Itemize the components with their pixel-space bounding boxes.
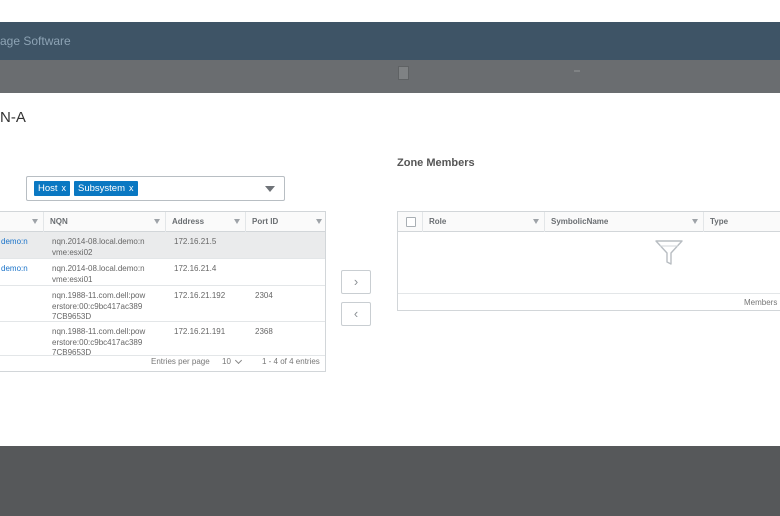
- chevron-down-icon[interactable]: [265, 186, 275, 192]
- column-header-nqn[interactable]: NQN: [44, 212, 166, 232]
- grid-header: Role SymbolicName Type: [398, 212, 780, 232]
- per-page-label: Entries per page: [151, 357, 210, 366]
- funnel-icon[interactable]: [316, 219, 322, 224]
- pagination-range: 1 - 4 of 4 entries: [262, 357, 320, 366]
- column-header-type[interactable]: Type: [704, 212, 780, 232]
- table-row[interactable]: demo:n nqn.2014-08.local.demo:n vme:esxi0…: [0, 232, 325, 259]
- app-title: age Software: [0, 34, 71, 48]
- dialog-title: N-A: [0, 109, 26, 126]
- row-port: 2304: [255, 291, 273, 300]
- empty-funnel-icon: [655, 240, 683, 265]
- filter-chip-host[interactable]: Host x: [34, 181, 71, 196]
- add-to-zone-button[interactable]: ›: [341, 270, 371, 294]
- row-nqn: nqn.2014-08.local.demo:n vme:esxi02: [52, 237, 145, 257]
- toolbar-square-icon: [398, 66, 409, 80]
- select-all-checkbox[interactable]: [406, 217, 416, 227]
- table-row[interactable]: demo:n nqn.2014-08.local.demo:n vme:esxi0…: [0, 259, 325, 286]
- remove-chip-icon[interactable]: x: [129, 183, 134, 193]
- filter-chip-label: Subsystem: [78, 183, 125, 194]
- row-nqn: nqn.2014-08.local.demo:n vme:esxi01: [52, 264, 145, 284]
- row-name: demo:n: [1, 237, 28, 246]
- row-address: 172.16.21.192: [174, 291, 226, 300]
- toolbar-dash-icon: [574, 70, 580, 72]
- filter-chip-label: Host: [38, 183, 58, 194]
- zone-members-title: Zone Members: [397, 157, 475, 169]
- column-header-port-id[interactable]: Port ID: [246, 212, 325, 232]
- endpoints-grid: NQN Address Port ID demo:n nqn.2014-08.l…: [0, 211, 326, 372]
- row-address: 172.16.21.191: [174, 327, 226, 336]
- per-page-select[interactable]: 10: [222, 357, 231, 366]
- filter-select[interactable]: Host x Subsystem x: [26, 176, 285, 201]
- grid-footer: Members p: [398, 293, 780, 310]
- members-count: Members p: [744, 298, 780, 307]
- column-header-name[interactable]: [0, 212, 44, 232]
- sub-toolbar: [0, 60, 780, 93]
- row-name: demo:n: [1, 264, 28, 273]
- remove-from-zone-button[interactable]: ‹: [341, 302, 371, 326]
- row-address: 172.16.21.5: [174, 237, 217, 246]
- grid-footer: Entries per page 10 1 - 4 of 4 entries: [0, 351, 325, 371]
- funnel-icon[interactable]: [234, 219, 240, 224]
- app-header: age Software: [0, 22, 780, 60]
- remove-chip-icon[interactable]: x: [62, 183, 67, 193]
- column-header-role[interactable]: Role: [423, 212, 545, 232]
- grid-header: NQN Address Port ID: [0, 212, 325, 232]
- top-strip: [0, 0, 780, 22]
- zone-members-grid: Role SymbolicName Type Members p: [397, 211, 780, 311]
- row-address: 172.16.21.4: [174, 264, 217, 273]
- backdrop-footer: [0, 446, 780, 516]
- funnel-icon[interactable]: [533, 219, 539, 224]
- funnel-icon[interactable]: [692, 219, 698, 224]
- chevron-down-icon[interactable]: [234, 356, 243, 365]
- column-header-address[interactable]: Address: [166, 212, 246, 232]
- row-nqn: nqn.1988-11.com.dell:pow erstore:00:c9bc4…: [52, 291, 146, 321]
- column-header-symbolic-name[interactable]: SymbolicName: [545, 212, 704, 232]
- select-all-column: [398, 212, 423, 232]
- table-row[interactable]: nqn.1988-11.com.dell:pow erstore:00:c9bc4…: [0, 286, 325, 322]
- row-port: 2368: [255, 327, 273, 336]
- funnel-icon[interactable]: [32, 219, 38, 224]
- zone-dialog: N-A Zone Members Host x Subsystem x NQN Ad…: [0, 93, 780, 446]
- funnel-icon[interactable]: [154, 219, 160, 224]
- filter-chip-subsystem[interactable]: Subsystem x: [74, 181, 138, 196]
